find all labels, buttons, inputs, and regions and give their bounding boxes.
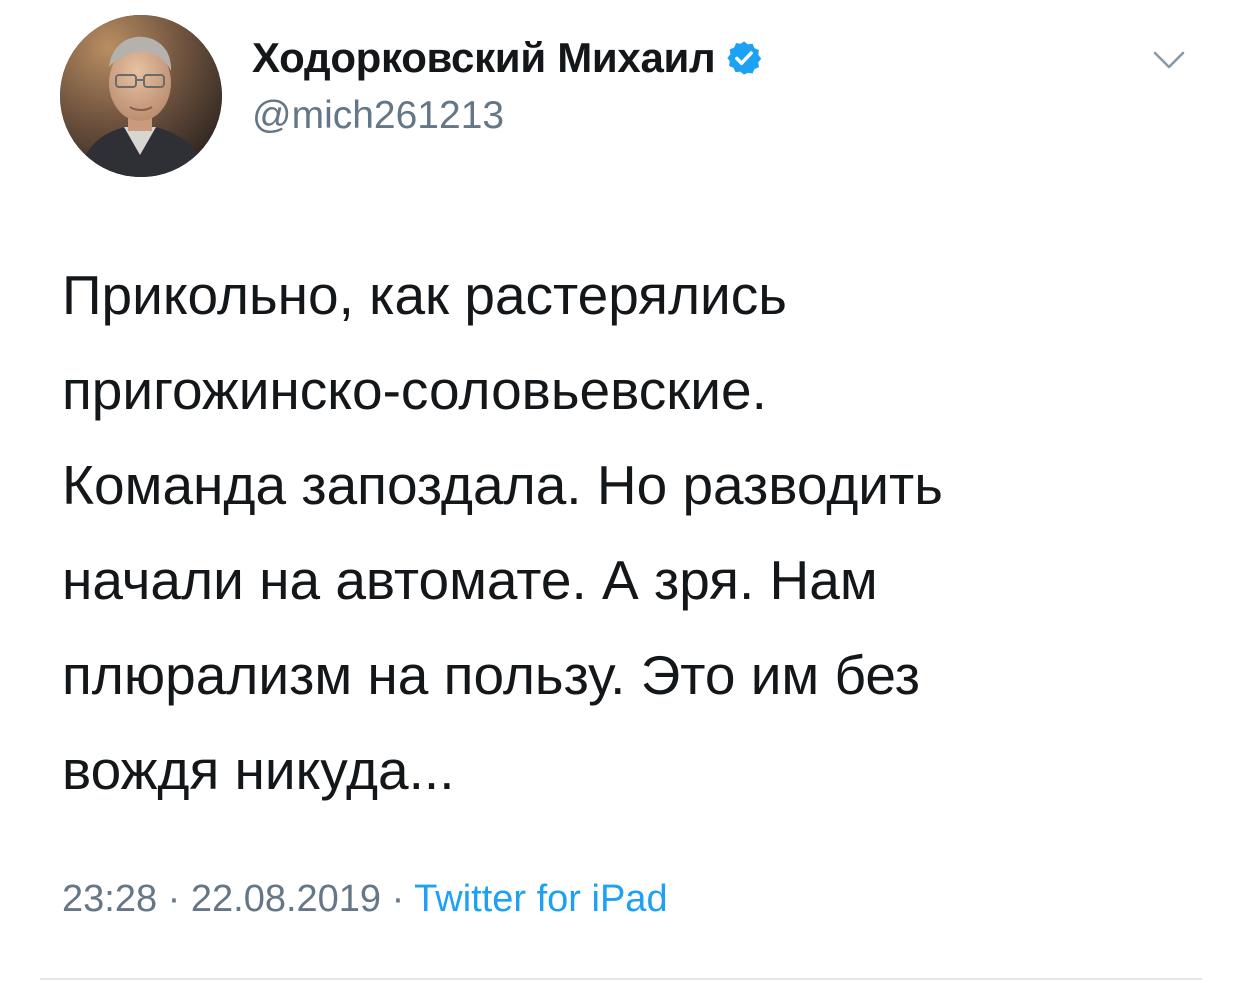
tweet-text-line: начали на автомате. А зря. Нам bbox=[62, 549, 878, 611]
tweet-text-line: вождя никуда... bbox=[62, 739, 455, 801]
tweet-date[interactable]: 22.08.2019 bbox=[191, 878, 381, 920]
avatar[interactable] bbox=[60, 15, 222, 177]
meta-separator: · bbox=[157, 878, 191, 920]
tweet-text-line: Команда запоздала. Но разводить bbox=[62, 454, 943, 516]
tweet-meta: 23:28 · 22.08.2019 · Twitter for iPad bbox=[62, 878, 668, 921]
tweet-text-line: Прикольно, как растерялись bbox=[62, 264, 787, 326]
chevron-down-icon[interactable] bbox=[1152, 48, 1186, 72]
tweet-text-line: плюрализм на пользу. Это им без bbox=[62, 644, 921, 706]
verified-badge-icon bbox=[727, 41, 762, 75]
display-name[interactable]: Ходорковский Михаил bbox=[252, 34, 716, 82]
tweet-time[interactable]: 23:28 bbox=[62, 878, 157, 920]
meta-separator: · bbox=[381, 878, 415, 920]
author-name-row[interactable]: Ходорковский Михаил bbox=[252, 30, 763, 86]
tweet-source-link[interactable]: Twitter for iPad bbox=[414, 878, 667, 920]
tweet-text-line: пригожинско-соловьевские. bbox=[62, 359, 767, 421]
avatar-photo bbox=[60, 15, 222, 177]
user-handle[interactable]: @mich261213 bbox=[252, 94, 504, 138]
tweet-text: Прикольно, как растерялись пригожинско-с… bbox=[62, 248, 1182, 818]
divider bbox=[40, 978, 1202, 980]
